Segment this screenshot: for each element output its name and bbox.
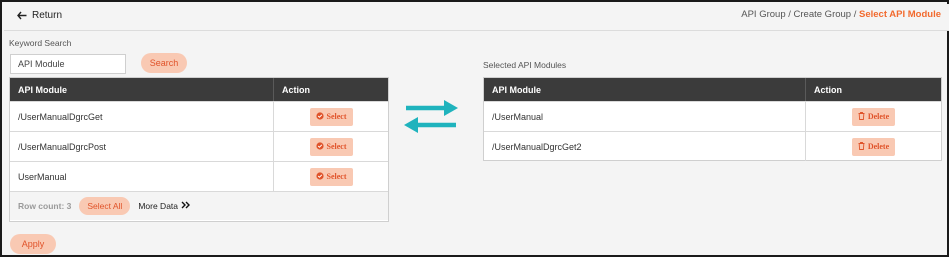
select-button[interactable]: Select [309,137,353,156]
more-data-label: More Data [138,201,179,211]
col-action: Action [814,85,842,95]
select-button[interactable]: Select [309,107,353,126]
trash-icon [858,141,865,152]
return-label: Return [32,10,63,21]
apply-button[interactable]: Apply [10,234,56,254]
module-cell: /UserManualDgrcGet [10,102,274,131]
select-label: Select [326,142,347,151]
select-label: Select [326,172,347,181]
col-api-module: API Module [484,78,806,101]
more-data-link[interactable]: More Data [138,201,191,211]
select-all-button[interactable]: Select All [79,197,131,215]
delete-button[interactable]: Delete [851,107,896,126]
breadcrumb-current: Select API Module [859,9,941,20]
arrow-left-icon [17,11,27,21]
module-cell: /UserManualDgrcPost [10,132,274,161]
search-button[interactable]: Search [141,53,187,73]
return-link[interactable]: Return [17,10,62,21]
select-label: Select [326,112,347,121]
check-circle-icon [315,111,324,122]
table-footer: Row count: 3 Select All More Data [10,191,388,220]
keyword-search-label: Keyword Search [9,38,72,48]
row-count: Row count: 3 [18,201,72,211]
table-header: API Module Action [484,78,941,101]
trash-icon [858,111,865,122]
selected-modules-table: API Module Action /UserManual Delete /Us… [483,77,942,161]
table-row: /UserManualDgrcPost Select [10,131,388,161]
check-circle-icon [315,141,324,152]
transfer-arrows-icon [400,98,462,139]
table-row: /UserManualDgrcGet Select [10,101,388,131]
table-row: /UserManual Delete [484,101,941,131]
module-cell: /UserManual [484,102,806,131]
top-bar: Return API Group / Create Group / Select… [4,4,949,31]
col-api-module: API Module [10,78,274,101]
breadcrumb-path[interactable]: API Group / Create Group / [741,9,859,20]
available-modules-table: API Module Action /UserManualDgrcGet Sel… [9,77,389,222]
delete-label: Delete [867,112,890,121]
col-action: Action [282,85,310,95]
search-input[interactable] [10,54,126,74]
double-chevron-right-icon [181,201,191,211]
check-circle-icon [315,171,324,182]
delete-button[interactable]: Delete [851,137,896,156]
delete-label: Delete [867,142,890,151]
module-cell: /UserManualDgrcGet2 [484,132,806,161]
selected-modules-label: Selected API Modules [483,60,567,70]
main-panel: Return API Group / Create Group / Select… [0,0,949,257]
select-button[interactable]: Select [309,167,353,186]
module-cell: UserManual [10,162,274,191]
table-row: UserManual Select [10,161,388,191]
breadcrumb: API Group / Create Group / Select API Mo… [741,9,941,20]
table-row: /UserManualDgrcGet2 Delete [484,131,941,161]
table-header: API Module Action [10,78,388,101]
